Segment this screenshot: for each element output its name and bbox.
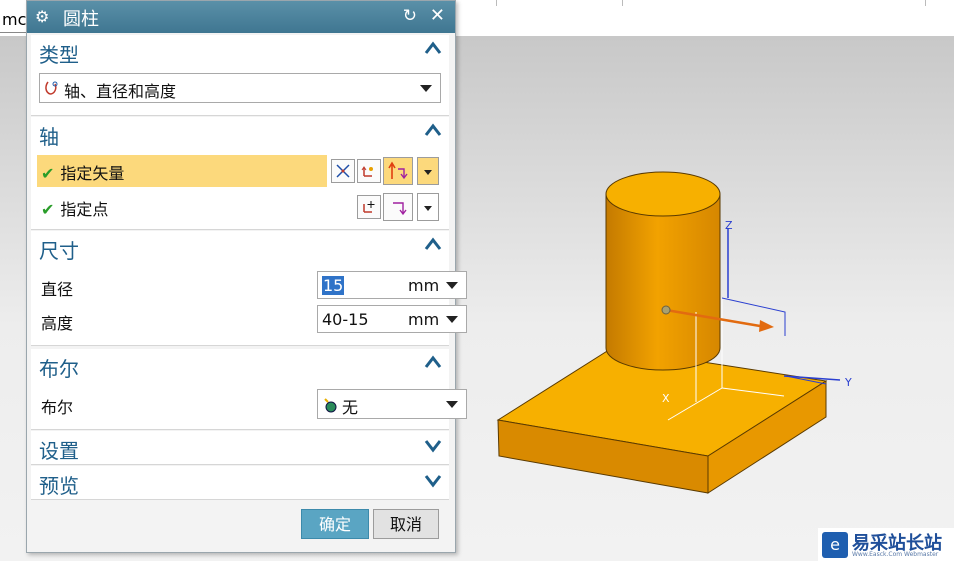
boolean-none-icon <box>324 398 337 413</box>
watermark: e 易采站长站 Www.Easck.Com Webmaster <box>818 528 954 561</box>
point-options-dropdown[interactable] <box>417 193 439 221</box>
section-settings-label: 设置 <box>39 439 79 463</box>
chevron-up-icon[interactable] <box>423 39 443 59</box>
section-type-header[interactable]: 类型 <box>31 35 449 67</box>
specify-vector-text: 指定矢量 <box>60 164 125 183</box>
chevron-down-icon <box>424 206 432 211</box>
separator <box>496 0 497 6</box>
section-axis-header[interactable]: 轴 <box>31 117 449 149</box>
cylinder-top <box>605 171 721 217</box>
watermark-logo-icon: e <box>822 532 848 558</box>
type-dropdown-value: 轴、直径和高度 <box>64 82 177 101</box>
section-size-header[interactable]: 尺寸 <box>31 231 449 263</box>
cylinder-body <box>605 193 721 371</box>
vector-arrow-head <box>759 320 774 332</box>
vector-constructor-icon <box>336 164 350 178</box>
height-value: 40-15 <box>322 310 369 329</box>
section-type-label: 类型 <box>39 43 79 67</box>
specify-point-text: 指定点 <box>60 200 109 219</box>
vector-options-dropdown[interactable] <box>417 157 439 185</box>
separator <box>925 0 926 6</box>
chevron-down-icon <box>446 401 458 408</box>
height-label: 高度 <box>41 314 74 333</box>
watermark-sub: Www.Easck.Com Webmaster <box>852 551 939 558</box>
chevron-down-icon[interactable] <box>423 470 443 490</box>
axis-type-icon <box>45 81 58 95</box>
dialog-title: 圆柱 <box>63 9 99 30</box>
boolean-value: 无 <box>342 398 359 417</box>
chevron-up-icon[interactable] <box>423 121 443 141</box>
inferred-point-button[interactable] <box>383 193 413 221</box>
section-preview[interactable]: 预览 <box>31 466 449 500</box>
diameter-label: 直径 <box>41 280 74 299</box>
height-input[interactable]: 40-15 mm <box>317 305 467 333</box>
height-unit: mm <box>408 310 440 329</box>
z-axis-label: Z <box>725 219 733 232</box>
type-dropdown[interactable]: 轴、直径和高度 <box>39 73 441 103</box>
separator <box>622 0 623 6</box>
section-size-label: 尺寸 <box>39 239 79 263</box>
specify-point-label: ✔ 指定点 <box>41 196 108 220</box>
ok-button[interactable]: 确定 <box>301 509 369 539</box>
dialog-button-bar: 确定 取消 <box>27 509 455 543</box>
section-preview-header[interactable]: 预览 <box>31 466 449 498</box>
section-preview-label: 预览 <box>39 474 79 498</box>
section-boolean-label: 布尔 <box>39 357 79 381</box>
gear-icon[interactable]: ⚙ <box>35 7 49 26</box>
vector-dialog-button[interactable] <box>331 159 355 183</box>
section-settings-header[interactable]: 设置 <box>31 431 449 463</box>
reset-icon[interactable]: ↻ <box>403 6 417 26</box>
section-axis: 轴 ✔ 指定矢量 ✔ 指定点 <box>31 117 449 230</box>
y-axis-label: Y <box>844 376 852 389</box>
close-icon[interactable]: ✕ <box>430 5 445 26</box>
dialog-titlebar[interactable]: ⚙ 圆柱 ↻ ✕ <box>27 1 455 33</box>
inferred-point-icon <box>393 202 407 216</box>
chevron-down-icon[interactable] <box>423 435 443 455</box>
x-axis-label: X <box>662 392 670 405</box>
reverse-direction-button[interactable] <box>383 157 413 185</box>
cylinder-dialog: ⚙ 圆柱 ↻ ✕ 类型 轴、直径和高度 轴 ✔ 指定矢量 ✔ 指定点 尺寸 直径… <box>26 0 467 553</box>
inferred-vector-button[interactable] <box>357 159 381 183</box>
section-type: 类型 轴、直径和高度 <box>31 35 449 116</box>
boolean-dropdown[interactable]: 无 <box>317 389 467 419</box>
chevron-down-icon[interactable] <box>446 282 458 289</box>
cancel-button[interactable]: 取消 <box>373 509 439 539</box>
diameter-unit: mm <box>408 276 440 295</box>
diameter-value: 15 <box>322 276 345 295</box>
section-size: 尺寸 直径 15 mm 高度 40-15 mm <box>31 231 467 346</box>
boolean-row-label: 布尔 <box>41 398 74 417</box>
section-axis-label: 轴 <box>39 125 59 149</box>
point-dialog-button[interactable] <box>357 195 381 219</box>
section-boolean: 布尔 布尔 无 <box>31 349 467 430</box>
check-icon: ✔ <box>41 200 55 219</box>
inferred-vector-icon <box>361 166 373 177</box>
point-constructor-icon <box>363 201 375 213</box>
origin-point <box>661 305 671 315</box>
chevron-up-icon[interactable] <box>423 235 443 255</box>
chevron-down-icon <box>424 170 432 175</box>
reverse-direction-icon <box>388 161 408 180</box>
chevron-up-icon[interactable] <box>423 353 443 373</box>
specify-vector-label: ✔ 指定矢量 <box>41 160 124 184</box>
specify-vector-row[interactable]: ✔ 指定矢量 <box>37 155 327 187</box>
section-settings[interactable]: 设置 <box>31 431 449 465</box>
chevron-down-icon <box>420 85 432 92</box>
diameter-input[interactable]: 15 mm <box>317 271 467 299</box>
section-boolean-header[interactable]: 布尔 <box>31 349 449 381</box>
check-icon: ✔ <box>41 164 55 183</box>
chevron-down-icon[interactable] <box>446 316 458 323</box>
